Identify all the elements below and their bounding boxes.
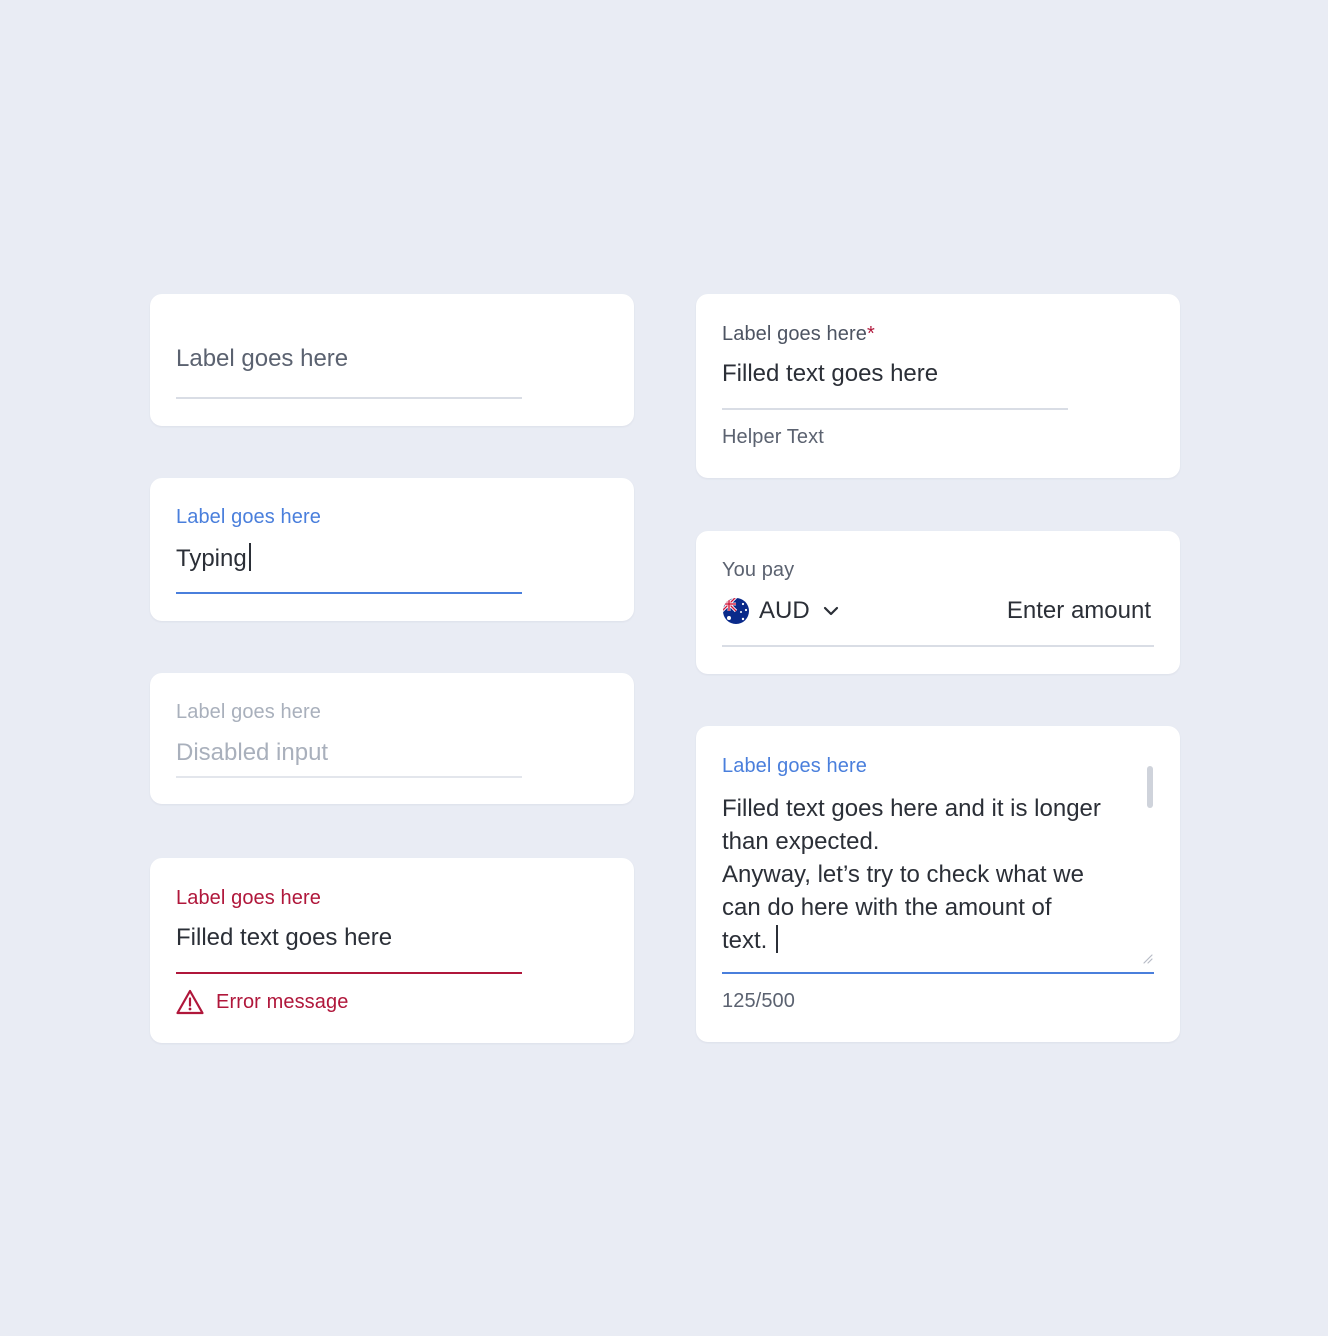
- resize-handle-icon[interactable]: [1141, 952, 1153, 964]
- field-underline: [176, 397, 522, 399]
- field-label: You pay: [722, 559, 795, 581]
- text-field-focused[interactable]: Label goes here Typing: [150, 478, 634, 621]
- field-input[interactable]: Filled text goes here: [176, 923, 392, 953]
- text-field-error[interactable]: Label goes here Filled text goes here Er…: [150, 858, 634, 1043]
- textarea-field[interactable]: Label goes here Filled text goes here an…: [696, 726, 1180, 1042]
- character-counter: 125/500: [722, 990, 795, 1012]
- textarea-input[interactable]: Filled text goes here and it is longer t…: [722, 792, 1132, 957]
- field-input[interactable]: Filled text goes here: [722, 359, 938, 389]
- field-label: Label goes here: [722, 755, 867, 777]
- field-input-disabled: Disabled input: [176, 739, 329, 766]
- chevron-down-icon: [823, 606, 838, 616]
- currency-amount-field[interactable]: You pay AUD Enter amount: [696, 531, 1180, 674]
- field-underline: [722, 645, 1154, 647]
- text-field-required[interactable]: Label goes here* Filled text goes here H…: [696, 294, 1180, 478]
- text-field-empty[interactable]: Label goes here: [150, 294, 634, 426]
- currency-code: AUD: [759, 597, 810, 624]
- australia-flag-icon: [723, 598, 749, 624]
- field-placeholder-label: Label goes here: [176, 345, 349, 372]
- currency-selector[interactable]: AUD: [722, 596, 840, 626]
- helper-text: Helper Text: [722, 426, 824, 448]
- textarea-scrollbar[interactable]: [1147, 766, 1153, 808]
- text-field-disabled: Label goes here Disabled input: [150, 673, 634, 804]
- field-underline: [722, 408, 1068, 410]
- field-underline: [176, 776, 522, 778]
- text-caret: [776, 925, 779, 953]
- amount-input[interactable]: Enter amount: [1007, 596, 1151, 626]
- required-asterisk: *: [866, 323, 875, 345]
- field-label: Label goes here*: [722, 323, 875, 345]
- field-underline-active: [176, 592, 522, 594]
- field-label: Label goes here: [176, 506, 321, 528]
- error-message: Error message: [216, 991, 349, 1013]
- field-label: Label goes here: [176, 701, 321, 723]
- field-underline-active: [722, 972, 1154, 974]
- field-input[interactable]: Typing: [176, 543, 251, 574]
- field-label: Label goes here: [176, 887, 321, 909]
- field-underline-error: [176, 972, 522, 974]
- warning-triangle-icon: [176, 989, 204, 1015]
- text-caret: [248, 543, 251, 571]
